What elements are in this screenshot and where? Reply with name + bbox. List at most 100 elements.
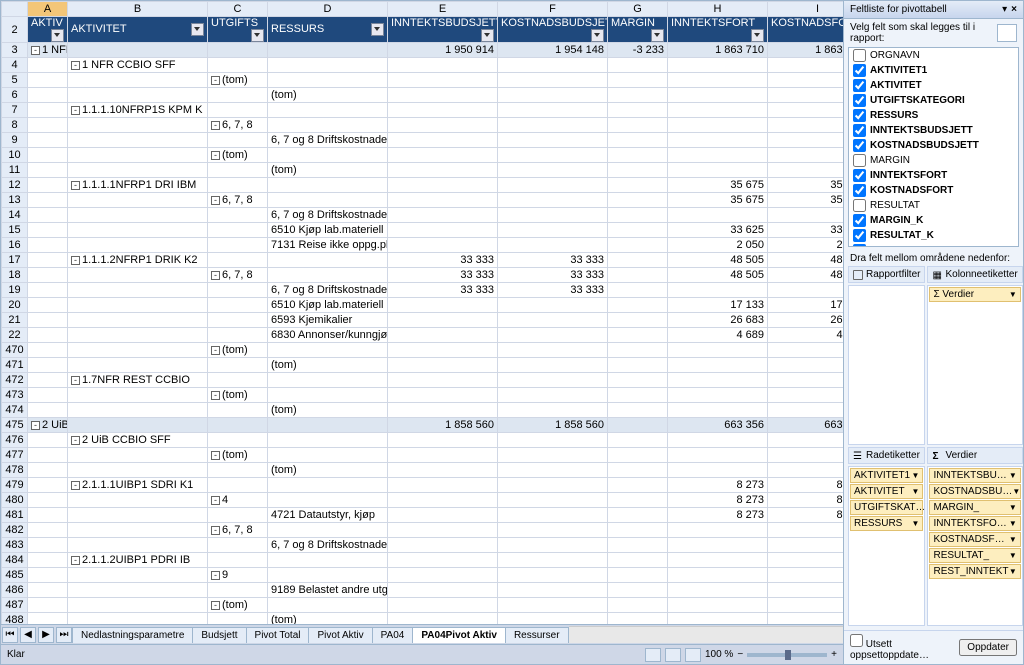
cell[interactable] xyxy=(388,328,498,343)
cell[interactable] xyxy=(28,403,68,418)
collapse-icon[interactable]: - xyxy=(211,271,220,280)
field-checkbox[interactable] xyxy=(853,199,866,212)
cell[interactable] xyxy=(268,553,388,568)
cell[interactable] xyxy=(498,103,608,118)
cell[interactable] xyxy=(388,163,498,178)
cell[interactable] xyxy=(28,163,68,178)
cell[interactable]: 33 333 xyxy=(388,283,498,298)
cell[interactable] xyxy=(388,403,498,418)
cell[interactable]: (tom) xyxy=(268,358,388,373)
cell[interactable] xyxy=(608,253,668,268)
cell[interactable] xyxy=(668,133,768,148)
cell[interactable]: 4 689 xyxy=(768,328,844,343)
pivot-header[interactable]: INNTEKTSBUDSJETT xyxy=(388,17,498,43)
pivot-field[interactable]: MARGIN xyxy=(849,153,1018,168)
col-header[interactable]: B xyxy=(68,2,208,17)
cell[interactable] xyxy=(68,223,208,238)
cell[interactable] xyxy=(388,463,498,478)
cell[interactable] xyxy=(498,553,608,568)
row-header[interactable]: 486 xyxy=(2,583,28,598)
cell[interactable] xyxy=(68,163,208,178)
cell[interactable] xyxy=(208,463,268,478)
cell[interactable] xyxy=(388,493,498,508)
cell[interactable]: 9189 Belastet andre utgif xyxy=(268,583,388,598)
cell[interactable] xyxy=(608,88,668,103)
row-header[interactable]: 484 xyxy=(2,553,28,568)
cell[interactable] xyxy=(208,553,268,568)
sheet-tab[interactable]: PA04 xyxy=(372,627,414,643)
collapse-icon[interactable]: - xyxy=(31,421,40,430)
col-header[interactable] xyxy=(2,2,28,17)
cell[interactable] xyxy=(28,448,68,463)
pivot-header[interactable]: UTGIFTS xyxy=(208,17,268,43)
row-header[interactable]: 482 xyxy=(2,523,28,538)
cell[interactable] xyxy=(388,298,498,313)
collapse-icon[interactable]: - xyxy=(211,346,220,355)
cell[interactable] xyxy=(768,403,844,418)
cell[interactable] xyxy=(498,313,608,328)
cell[interactable] xyxy=(608,433,668,448)
col-header[interactable]: E xyxy=(388,2,498,17)
cell[interactable] xyxy=(668,58,768,73)
cell[interactable] xyxy=(208,418,268,433)
cell[interactable] xyxy=(208,403,268,418)
pivot-header[interactable]: KOSTNADSBUDSJET xyxy=(498,17,608,43)
cell[interactable]: -2.1.1.1UIBP1 SDRI K1 xyxy=(68,478,208,493)
cell[interactable] xyxy=(668,448,768,463)
area-cols[interactable]: Σ Verdier▼ xyxy=(927,285,1022,445)
cell[interactable] xyxy=(768,433,844,448)
cell[interactable] xyxy=(68,508,208,523)
cell[interactable] xyxy=(68,238,208,253)
cell[interactable] xyxy=(668,118,768,133)
cell[interactable] xyxy=(668,343,768,358)
cell[interactable] xyxy=(498,358,608,373)
chevron-down-icon[interactable]: ▼ xyxy=(912,471,920,480)
cell[interactable] xyxy=(608,283,668,298)
field-checkbox[interactable] xyxy=(853,64,866,77)
cell[interactable]: 6593 Kjemikalier xyxy=(268,313,388,328)
cell[interactable] xyxy=(668,463,768,478)
pivot-field[interactable]: KOSTNADSBUDSJETT xyxy=(849,138,1018,153)
cell[interactable]: -2 UiB CCBIO SFF xyxy=(68,433,208,448)
pivot-field[interactable]: KOSTNADSFORT xyxy=(849,183,1018,198)
sheet-tab[interactable]: Ressurser xyxy=(505,627,569,643)
cell[interactable]: 1 858 560 xyxy=(388,418,498,433)
row-header[interactable]: 6 xyxy=(2,88,28,103)
cell[interactable] xyxy=(768,58,844,73)
cell[interactable]: 33 333 xyxy=(388,253,498,268)
cell[interactable] xyxy=(388,103,498,118)
filter-icon[interactable] xyxy=(481,29,494,42)
cell[interactable] xyxy=(608,208,668,223)
cell[interactable] xyxy=(28,508,68,523)
cell[interactable] xyxy=(668,553,768,568)
row-header[interactable]: 17 xyxy=(2,253,28,268)
cell[interactable] xyxy=(388,568,498,583)
cell[interactable] xyxy=(208,328,268,343)
cell[interactable] xyxy=(68,448,208,463)
collapse-icon[interactable]: - xyxy=(211,151,220,160)
cell[interactable] xyxy=(608,163,668,178)
cell[interactable] xyxy=(28,73,68,88)
cell[interactable] xyxy=(268,523,388,538)
cell[interactable] xyxy=(668,388,768,403)
cell[interactable] xyxy=(498,448,608,463)
chevron-down-icon[interactable]: ▼ xyxy=(1009,503,1017,512)
cell[interactable] xyxy=(28,283,68,298)
area-vals[interactable]: INNTEKTSBU…▼KOSTNADSBU…▼MARGIN_▼INNTEKTS… xyxy=(927,466,1022,626)
cell[interactable] xyxy=(608,58,668,73)
cell[interactable] xyxy=(388,478,498,493)
collapse-icon[interactable]: - xyxy=(211,496,220,505)
col-header[interactable]: C xyxy=(208,2,268,17)
cell[interactable] xyxy=(208,358,268,373)
row-header[interactable]: 487 xyxy=(2,598,28,613)
field-checkbox[interactable] xyxy=(853,139,866,152)
cell[interactable] xyxy=(208,223,268,238)
cell[interactable] xyxy=(208,163,268,178)
filter-icon[interactable] xyxy=(371,23,384,36)
cell[interactable]: 663 356 xyxy=(768,418,844,433)
area-item[interactable]: KOSTNADSBU…▼ xyxy=(929,484,1020,499)
cell[interactable]: (tom) xyxy=(268,163,388,178)
cell[interactable] xyxy=(268,58,388,73)
cell[interactable]: -2.1.1.2UIBP1 PDRI IB xyxy=(68,553,208,568)
cell[interactable] xyxy=(608,223,668,238)
